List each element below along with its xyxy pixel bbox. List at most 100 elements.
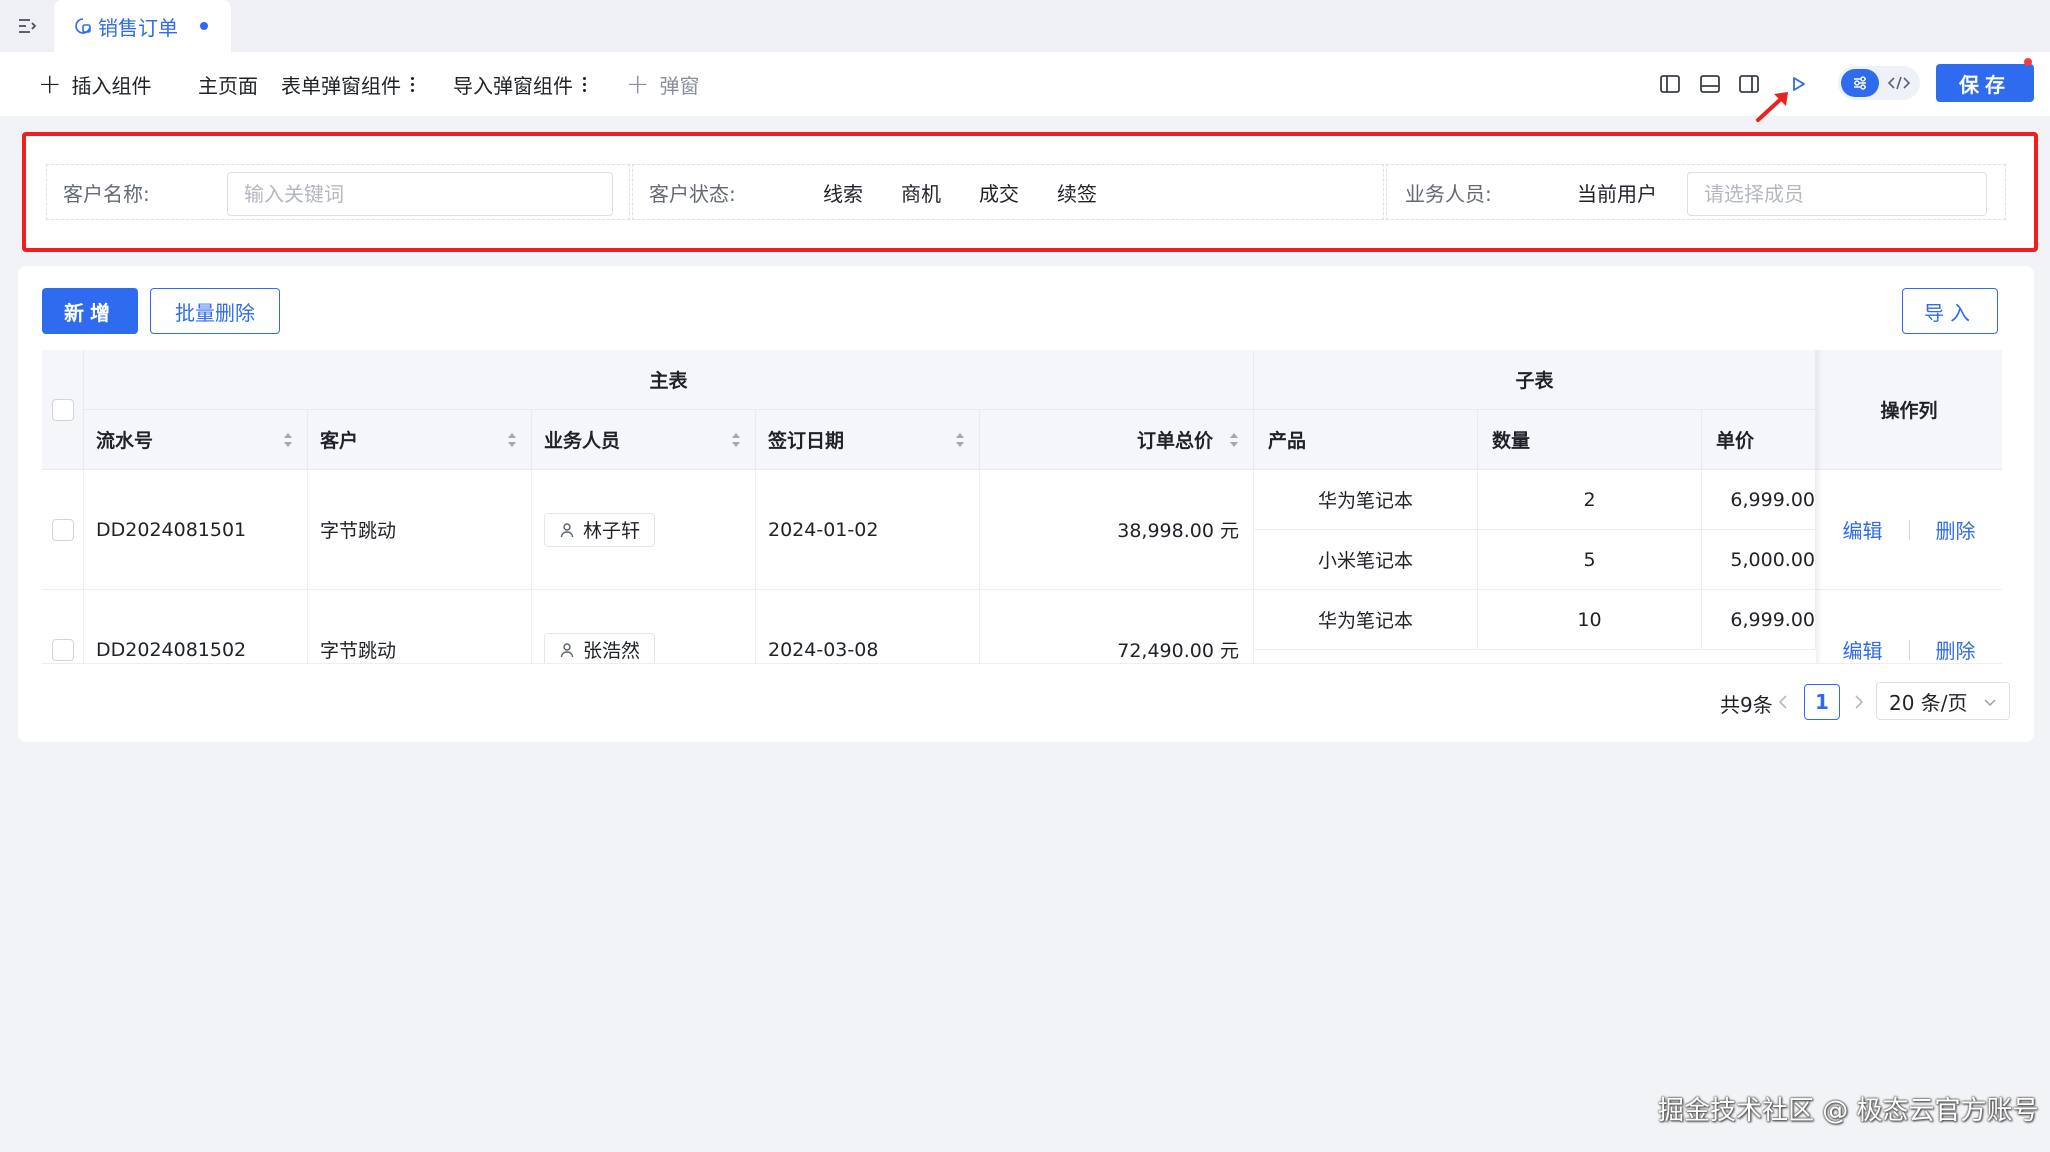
fixed-column-shadow — [1816, 350, 1822, 663]
tab-label: 销售订单 — [98, 15, 178, 40]
column-salesperson[interactable]: 业务人员 — [532, 410, 756, 470]
column-quantity: 数量 — [1478, 410, 1702, 470]
sort-icon[interactable] — [731, 431, 741, 449]
column-product: 产品 — [1254, 410, 1478, 470]
delete-link[interactable]: 删除 — [1936, 515, 1976, 544]
column-unit-price: 单价 — [1702, 410, 1816, 470]
import-popup-tab[interactable]: 导入弹窗组件 — [453, 52, 586, 116]
edit-link[interactable]: 编辑 — [1843, 515, 1883, 544]
save-button[interactable]: 保存 — [1936, 64, 2034, 102]
cell-customer: 字节跳动 — [308, 590, 532, 663]
select-all-cell — [42, 350, 84, 470]
sort-icon[interactable] — [283, 431, 293, 449]
chevron-down-icon — [1984, 699, 1996, 707]
settings-mode[interactable] — [1841, 69, 1879, 97]
customer-name-input[interactable] — [227, 172, 613, 216]
page-number-current[interactable]: 1 — [1804, 684, 1840, 720]
status-option-renewal[interactable]: 续签 — [1057, 165, 1097, 219]
filter-label: 业务人员: — [1405, 181, 1492, 206]
prev-page-icon[interactable] — [1774, 692, 1794, 712]
code-icon — [1887, 76, 1911, 90]
status-option-deal[interactable]: 成交 — [979, 165, 1019, 219]
sort-icon[interactable] — [1229, 431, 1239, 449]
row-select-cell — [42, 590, 84, 663]
group-header-main: 主表 — [84, 350, 1254, 410]
user-icon — [560, 642, 574, 657]
cell-sign-date: 2024-01-02 — [756, 470, 980, 590]
bottom-panel-icon[interactable] — [1698, 72, 1722, 96]
batch-delete-button[interactable]: 批量删除 — [150, 288, 280, 334]
plus-icon: + — [38, 67, 62, 100]
member-select[interactable] — [1687, 172, 1987, 216]
import-button[interactable]: 导入 — [1902, 288, 1998, 334]
cell-salesperson: 林子轩 — [532, 470, 756, 590]
edit-link[interactable]: 编辑 — [1843, 635, 1883, 663]
filter-customer-name: 客户名称: — [46, 164, 630, 220]
code-mode[interactable] — [1882, 69, 1916, 97]
tab-sales-order[interactable]: 销售订单 — [54, 0, 231, 52]
add-popup-button[interactable]: + 弹窗 — [626, 52, 699, 116]
list-card: 新增 批量删除 导入 主表 子表 操作列 流水号 客户 业务人员 签订日期 订单… — [18, 266, 2034, 742]
group-header-sub: 子表 — [1254, 350, 1816, 410]
column-customer[interactable]: 客户 — [308, 410, 532, 470]
column-sign-date[interactable]: 签订日期 — [756, 410, 980, 470]
menu-toggle-icon[interactable] — [16, 14, 40, 38]
cell-customer: 字节跳动 — [308, 470, 532, 590]
cell-unit-price: 6,999.00 — [1702, 470, 1816, 530]
filter-label: 客户状态: — [649, 181, 736, 206]
unsaved-dot — [200, 22, 208, 30]
status-option-opportunity[interactable]: 商机 — [901, 165, 941, 219]
add-button[interactable]: 新增 — [42, 288, 138, 334]
group-header-ops: 操作列 — [1816, 350, 2002, 470]
select-all-checkbox[interactable] — [51, 398, 74, 421]
sort-icon[interactable] — [507, 431, 517, 449]
user-tag: 张浩然 — [544, 632, 656, 663]
form-popup-tab[interactable]: 表单弹窗组件 — [281, 52, 414, 116]
filter-area: 客户名称: 客户状态: 线索 商机 成交 续签 业务人员: 当前用户 — [22, 132, 2038, 252]
cell-sign-date: 2024-03-08 — [756, 590, 980, 663]
more-icon[interactable] — [583, 76, 586, 92]
cell-quantity: 5 — [1478, 530, 1702, 590]
row-select-cell — [42, 470, 84, 590]
user-icon — [560, 522, 574, 537]
cell-order-total: 38,998.00 元 — [980, 470, 1254, 590]
cell-serial: DD2024081501 — [84, 470, 308, 590]
filter-customer-status: 客户状态: 线索 商机 成交 续签 — [632, 164, 1384, 220]
sliders-icon — [1854, 76, 1866, 90]
row-checkbox[interactable] — [51, 518, 74, 541]
filter-label: 客户名称: — [63, 181, 150, 206]
cell-serial: DD2024081502 — [84, 590, 308, 663]
delete-link[interactable]: 删除 — [1936, 635, 1976, 663]
cell-actions: 编辑 删除 — [1816, 470, 2002, 590]
insert-component-button[interactable]: + 插入组件 — [38, 52, 151, 116]
cell-actions: 编辑 删除 — [1816, 590, 2002, 663]
row-checkbox[interactable] — [51, 638, 74, 661]
cell-product: 华为笔记本 — [1254, 590, 1478, 650]
next-page-icon[interactable] — [1848, 692, 1868, 712]
cell-order-total: 72,490.00 元 — [980, 590, 1254, 663]
status-option-lead[interactable]: 线索 — [823, 165, 863, 219]
cell-quantity: 10 — [1478, 590, 1702, 650]
more-icon[interactable] — [411, 76, 414, 92]
page-size-select[interactable]: 20 条/页 — [1876, 682, 2010, 720]
cell-unit-price: 6,999.00 — [1702, 590, 1816, 650]
divider — [1908, 519, 1910, 540]
column-order-total[interactable]: 订单总价 — [980, 410, 1254, 470]
annotation-arrow-icon — [1756, 92, 1788, 122]
tab-bar: 销售订单 — [0, 0, 2050, 52]
notification-dot — [2024, 58, 2032, 66]
cell-salesperson: 张浩然 — [532, 590, 756, 663]
designer-toolbar: + 插入组件 主页面 表单弹窗组件 导入弹窗组件 + 弹窗 — [0, 52, 2050, 116]
cell-product: 小米笔记本 — [1254, 530, 1478, 590]
page-icon — [75, 18, 91, 34]
sort-icon[interactable] — [955, 431, 965, 449]
pagination-total: 共9条 — [1720, 692, 1773, 717]
mode-switch[interactable] — [1838, 66, 1920, 100]
left-panel-icon[interactable] — [1658, 72, 1682, 96]
cell-product: 华为笔记本 — [1254, 470, 1478, 530]
cell-quantity: 2 — [1478, 470, 1702, 530]
column-serial[interactable]: 流水号 — [84, 410, 308, 470]
watermark: 掘金技术社区 @ 极态云官方账号 — [1658, 1096, 2039, 1126]
current-user-option[interactable]: 当前用户 — [1577, 165, 1657, 219]
main-page-tab[interactable]: 主页面 — [198, 52, 258, 116]
